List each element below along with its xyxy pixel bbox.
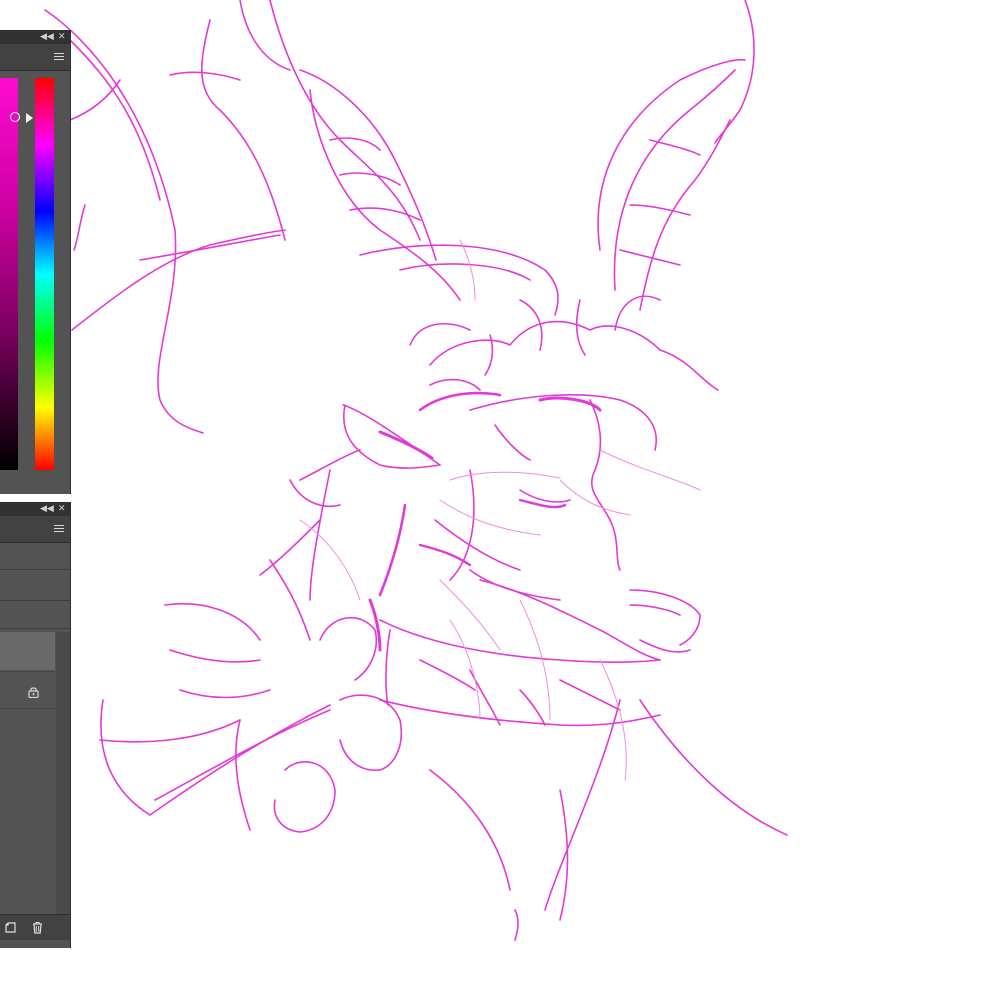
hue-slider-track[interactable] xyxy=(35,78,54,470)
color-panel: ◀◀ ✕ xyxy=(0,30,71,494)
layer-item-selected[interactable] xyxy=(0,632,55,670)
panel-bottom-edge xyxy=(0,940,70,948)
layers-list xyxy=(0,632,70,914)
drawing-canvas[interactable] xyxy=(0,0,1007,994)
lock-icon xyxy=(28,687,39,698)
new-layer-icon[interactable] xyxy=(4,921,17,934)
panel-menu-icon[interactable] xyxy=(54,53,64,61)
color-picker-ring-icon[interactable] xyxy=(10,112,20,122)
lock-options-row[interactable] xyxy=(0,602,70,629)
color-saturation-field[interactable] xyxy=(0,78,18,470)
sketch-guide-lines xyxy=(299,239,701,781)
layers-scrollbar[interactable] xyxy=(56,632,70,914)
layer-item-background[interactable] xyxy=(0,671,55,709)
double-chevron-left-icon[interactable]: ◀◀ xyxy=(40,31,54,43)
sketch-lines xyxy=(44,0,788,941)
layer-filter-row[interactable] xyxy=(0,543,70,570)
trash-icon[interactable] xyxy=(31,921,44,934)
photoshop-workspace: ◀◀ ✕ ◀◀ ✕ xyxy=(0,0,1007,994)
blend-mode-row[interactable] xyxy=(0,574,70,601)
layers-footer xyxy=(0,914,70,940)
layers-panel-tabbar xyxy=(0,516,70,543)
close-icon[interactable]: ✕ xyxy=(58,503,66,515)
layers-panel: ◀◀ ✕ xyxy=(0,502,71,948)
close-icon[interactable]: ✕ xyxy=(58,31,66,43)
panel-menu-icon[interactable] xyxy=(54,525,64,533)
layers-panel-titlebar[interactable]: ◀◀ ✕ xyxy=(0,502,70,516)
double-chevron-left-icon[interactable]: ◀◀ xyxy=(40,503,54,515)
sketch-artwork xyxy=(44,0,788,941)
color-panel-tabbar xyxy=(0,44,70,71)
hue-slider-handle[interactable] xyxy=(26,113,33,123)
color-panel-titlebar[interactable]: ◀◀ ✕ xyxy=(0,30,70,44)
